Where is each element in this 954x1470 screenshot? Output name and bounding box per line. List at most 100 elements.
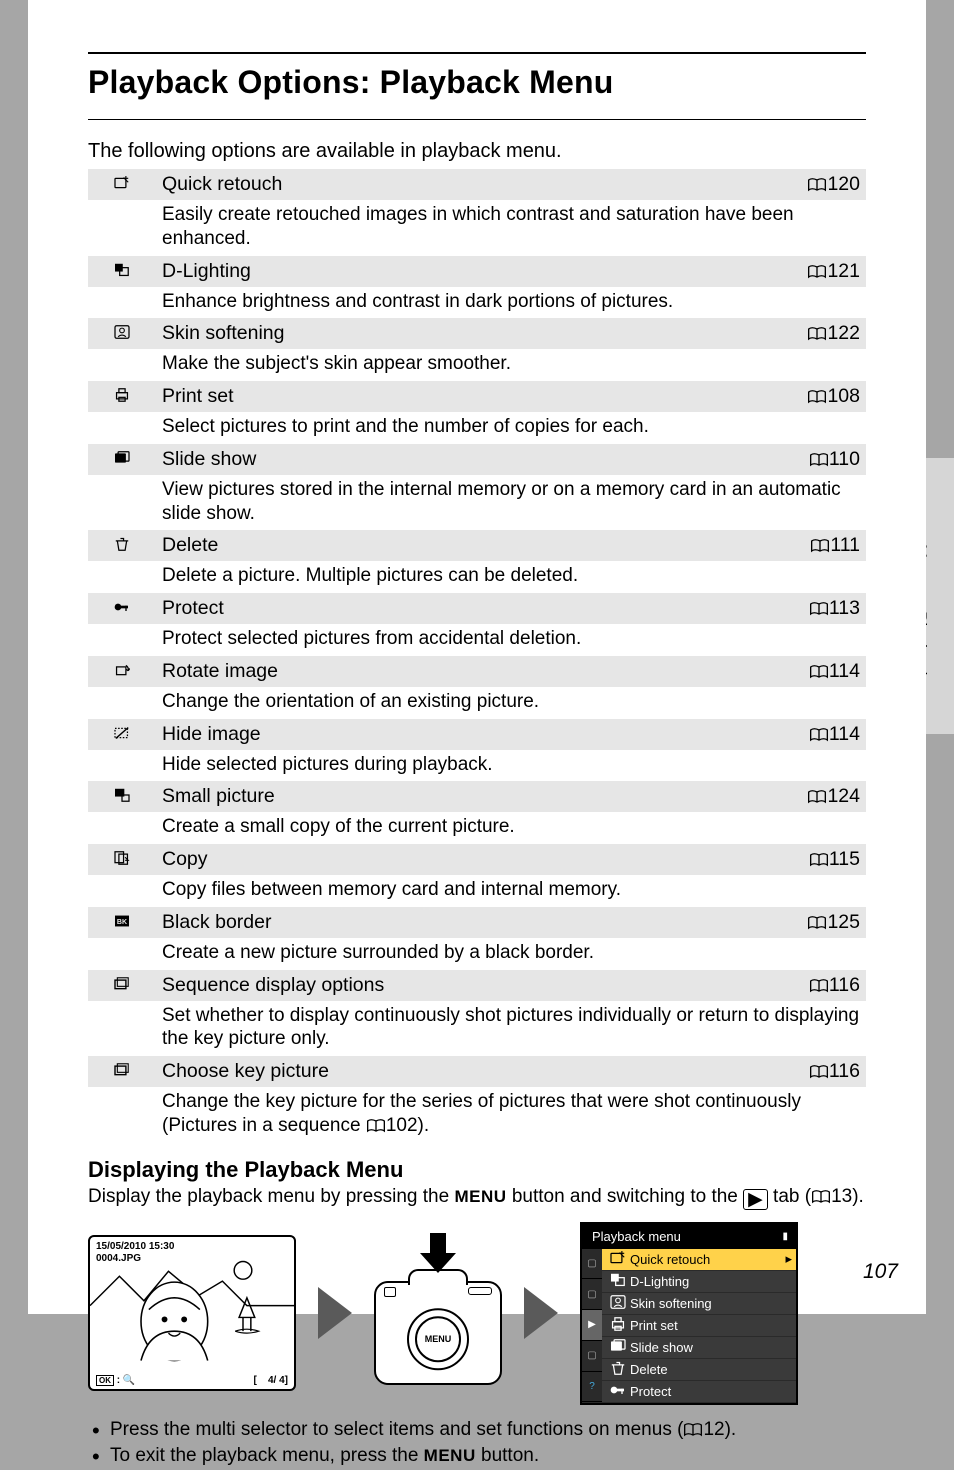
option-row: Copy115 <box>88 844 866 875</box>
display-ref: 13 <box>831 1186 852 1207</box>
lcd-date: 15/05/2010 15:30 <box>96 1241 174 1253</box>
top-rule <box>88 52 866 54</box>
option-icon <box>88 256 156 287</box>
option-name: D-Lighting <box>156 256 782 287</box>
onscreen-menu-title: Playback menu <box>592 1229 681 1244</box>
camera-illustration: MENU <box>374 1241 502 1385</box>
title-rule <box>88 119 866 120</box>
play-tab-icon: ▶ <box>743 1189 768 1210</box>
option-row: Quick retouch120 <box>88 169 866 200</box>
menu-item-label: Print set <box>630 1318 678 1333</box>
option-row: Slide show110 <box>88 444 866 475</box>
option-page-ref: 111 <box>782 530 866 561</box>
display-pre: Display the playback menu by pressing th… <box>88 1186 454 1207</box>
option-icon <box>88 444 156 475</box>
option-desc: Enhance brightness and contrast in dark … <box>156 287 866 319</box>
arrow-icon <box>318 1287 352 1339</box>
option-desc-row: Change the orientation of an existing pi… <box>88 687 866 719</box>
option-desc: Hide selected pictures during playback. <box>156 750 866 782</box>
option-desc: Make the subject's skin appear smoother. <box>156 349 866 381</box>
bullet-item: To exit the playback menu, press the MEN… <box>88 1445 866 1467</box>
onscreen-menu-tabs: ▢▢▶▢? <box>582 1249 602 1403</box>
option-page-ref: 116 <box>782 1056 866 1087</box>
page-title: Playback Options: Playback Menu <box>88 64 866 101</box>
option-desc-row: View pictures stored in the internal mem… <box>88 475 866 531</box>
display-mid: button and switching to the <box>507 1186 744 1207</box>
option-row: Print set108 <box>88 381 866 412</box>
lcd-preview: 15/05/2010 15:30 0004.JPG OK : 🔍 [ 4/ 4] <box>88 1235 296 1391</box>
menu-item-icon <box>610 1361 624 1378</box>
menu-item-label: Slide show <box>630 1340 693 1355</box>
option-desc-row: Delete a picture. Multiple pictures can … <box>88 561 866 593</box>
lcd-file: 0004.JPG <box>96 1253 174 1265</box>
menu-button-word: MENU <box>454 1187 506 1206</box>
display-post: tab ( <box>768 1186 811 1207</box>
option-desc: Set whether to display continuously shot… <box>156 1001 866 1057</box>
option-name: Choose key picture <box>156 1056 782 1087</box>
menu-item-label: Delete <box>630 1362 668 1377</box>
onscreen-menu-item: Delete <box>602 1359 796 1381</box>
option-page-ref: 110 <box>782 444 866 475</box>
option-icon <box>88 381 156 412</box>
camera-menu-label: MENU <box>415 1316 461 1362</box>
option-row: Sequence display options116 <box>88 970 866 1001</box>
option-desc-row: Copy files between memory card and inter… <box>88 875 866 907</box>
option-icon <box>88 656 156 687</box>
option-name: Small picture <box>156 781 782 812</box>
onscreen-playback-menu: Playback menu ▮ ▢▢▶▢? Quick retouch▸D-Li… <box>580 1222 798 1405</box>
option-row: Delete111 <box>88 530 866 561</box>
option-desc: View pictures stored in the internal mem… <box>156 475 866 531</box>
option-page-ref: 122 <box>782 318 866 349</box>
onscreen-menu-item: D-Lighting <box>602 1271 796 1293</box>
option-page-ref: 114 <box>782 656 866 687</box>
option-row: Protect113 <box>88 593 866 624</box>
menu-item-icon <box>610 1273 624 1290</box>
menu-item-label: Skin softening <box>630 1296 712 1311</box>
option-icon <box>88 781 156 812</box>
option-icon <box>88 318 156 349</box>
option-desc-row: Make the subject's skin appear smoother. <box>88 349 866 381</box>
option-desc: Change the key picture for the series of… <box>156 1087 866 1143</box>
intro-text: The following options are available in p… <box>88 140 866 163</box>
option-desc-row: Enhance brightness and contrast in dark … <box>88 287 866 319</box>
display-line: Display the playback menu by pressing th… <box>88 1185 866 1210</box>
lcd-counter: [ 4/ 4] <box>254 1375 288 1386</box>
option-row: Choose key picture116 <box>88 1056 866 1087</box>
option-name: Sequence display options <box>156 970 782 1001</box>
option-desc-row: Protect selected pictures from accidenta… <box>88 624 866 656</box>
option-desc: Easily create retouched images in which … <box>156 200 866 256</box>
menu-item-icon <box>610 1251 624 1268</box>
option-name: Hide image <box>156 719 782 750</box>
onscreen-menu-item: Protect <box>602 1381 796 1403</box>
book-icon <box>811 1189 831 1205</box>
option-desc-row: Set whether to display continuously shot… <box>88 1001 866 1057</box>
option-page-ref: 124 <box>782 781 866 812</box>
menu-item-label: Protect <box>630 1384 671 1399</box>
option-row: Hide image114 <box>88 719 866 750</box>
option-desc-row: Select pictures to print and the number … <box>88 412 866 444</box>
option-page-ref: 120 <box>782 169 866 200</box>
option-name: Protect <box>156 593 782 624</box>
bullet-list: Press the multi selector to select items… <box>88 1419 866 1467</box>
illustration-row: 15/05/2010 15:30 0004.JPG OK : 🔍 [ 4/ 4]… <box>88 1222 866 1405</box>
option-desc: Delete a picture. Multiple pictures can … <box>156 561 866 593</box>
display-tail: ). <box>852 1186 864 1207</box>
options-table: Quick retouch120Easily create retouched … <box>88 169 866 1143</box>
page-number: 107 <box>863 1260 898 1284</box>
menu-item-icon <box>610 1383 624 1400</box>
option-page-ref: 108 <box>782 381 866 412</box>
option-desc-row: Easily create retouched images in which … <box>88 200 866 256</box>
option-name: Skin softening <box>156 318 782 349</box>
option-desc: Copy files between memory card and inter… <box>156 875 866 907</box>
option-name: Delete <box>156 530 782 561</box>
arrow-icon <box>524 1287 558 1339</box>
option-desc-row: Hide selected pictures during playback. <box>88 750 866 782</box>
menu-item-icon <box>610 1317 624 1334</box>
onscreen-menu-item: Print set <box>602 1315 796 1337</box>
option-icon <box>88 593 156 624</box>
option-row: D-Lighting121 <box>88 256 866 287</box>
option-icon <box>88 844 156 875</box>
option-icon <box>88 530 156 561</box>
option-icon <box>88 970 156 1001</box>
displaying-subhead: Displaying the Playback Menu <box>88 1157 866 1183</box>
